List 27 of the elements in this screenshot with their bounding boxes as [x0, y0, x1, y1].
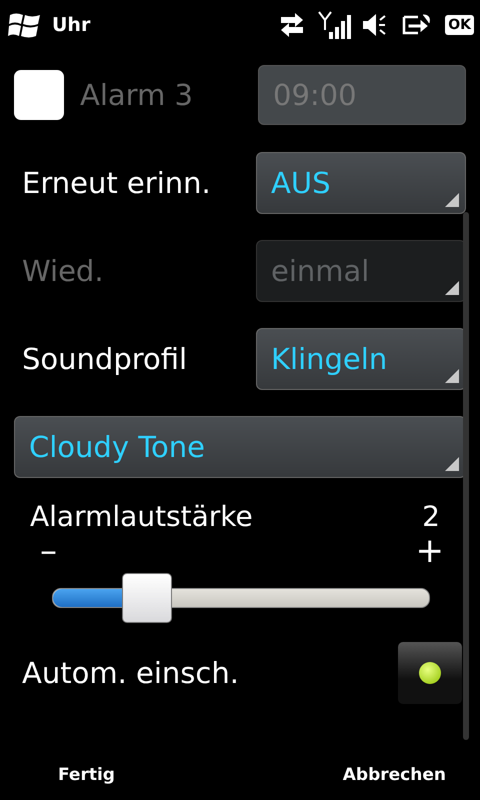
corner-triangle-icon	[445, 193, 459, 207]
alarm-checkbox[interactable]	[14, 70, 64, 120]
volume-reading: 2	[422, 500, 440, 533]
setting-label: Soundprofil	[21, 342, 188, 376]
corner-triangle-icon	[445, 281, 459, 295]
windows-logo-icon[interactable]	[8, 11, 42, 39]
slider-thumb[interactable]	[122, 573, 172, 623]
corner-triangle-icon	[445, 369, 459, 383]
plus-sign: +	[416, 534, 444, 568]
dropdown[interactable]: AUS	[256, 152, 466, 214]
scrollbar[interactable]	[463, 212, 469, 740]
alarm-label: Alarm 3	[79, 78, 193, 112]
setting-label: Erneut erinn.	[21, 166, 211, 200]
toggle-button[interactable]	[398, 642, 462, 704]
volume-label: Alarmlautstärke	[30, 500, 253, 533]
softkey[interactable]: Fertig	[58, 765, 115, 785]
tone-dropdown[interactable]: Cloudy Tone	[14, 416, 466, 478]
window-title: Uhr	[52, 14, 92, 36]
minus-sign: –	[40, 534, 57, 568]
auto-on-label: Autom. einsch.	[21, 656, 239, 690]
corner-triangle-icon	[445, 457, 459, 471]
dropdown[interactable]: Klingeln	[256, 328, 466, 390]
signal-strength-icon[interactable]	[317, 10, 352, 40]
setting-label: Wied.	[21, 254, 104, 288]
volume-slider[interactable]	[52, 573, 430, 623]
softkey[interactable]: Abbrechen	[342, 765, 446, 785]
ok-button[interactable]: OK	[445, 15, 474, 35]
